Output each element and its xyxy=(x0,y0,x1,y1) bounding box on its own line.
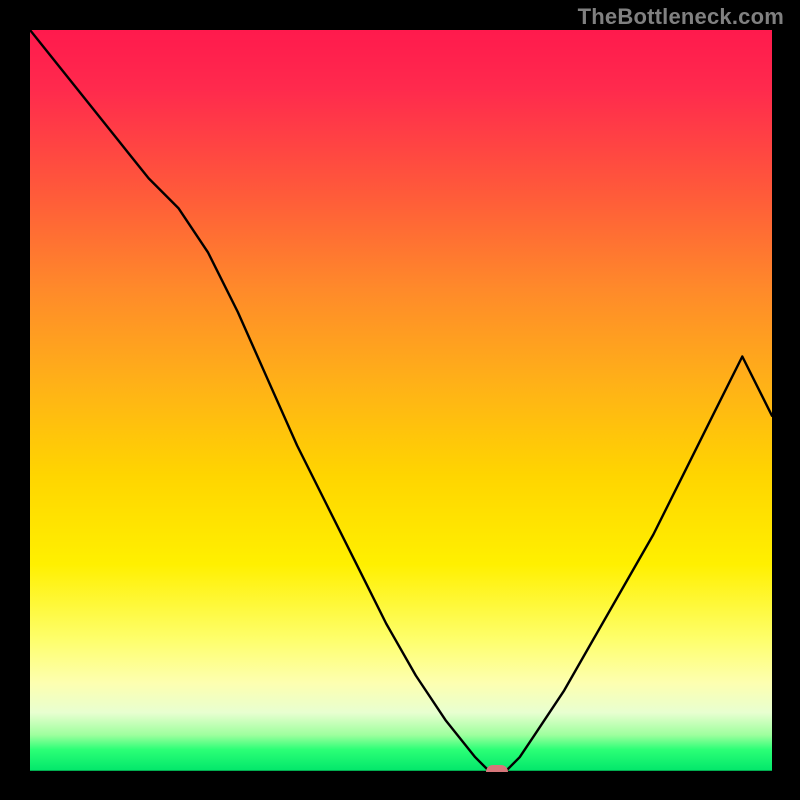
plot-area xyxy=(30,30,772,772)
bottleneck-curve xyxy=(30,30,772,772)
chart-frame: TheBottleneck.com xyxy=(0,0,800,800)
optimal-point-marker xyxy=(486,765,508,772)
watermark-text: TheBottleneck.com xyxy=(578,4,784,30)
